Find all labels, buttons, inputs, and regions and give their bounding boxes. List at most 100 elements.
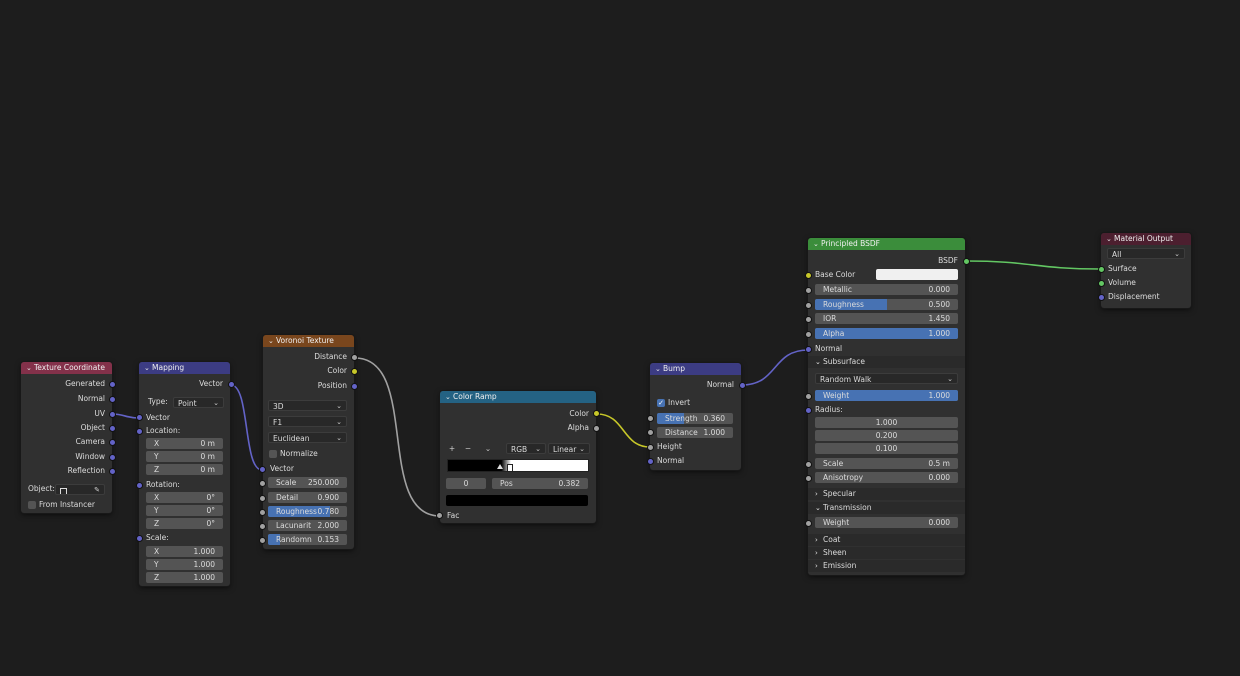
chevron-down-icon[interactable]: ⌄ <box>268 335 276 347</box>
scale-field[interactable]: Scale 250.000 <box>268 477 347 488</box>
socket-volume-in[interactable] <box>1098 280 1105 287</box>
roughness-field[interactable]: Roughness 0.780 <box>268 506 347 517</box>
from-instancer-checkbox[interactable] <box>28 501 36 509</box>
transmission-panel-toggle[interactable]: ⌄ Transmission <box>808 502 965 514</box>
socket-camera[interactable] <box>109 439 116 446</box>
ramp-menu-button[interactable]: ⌄ <box>482 443 494 454</box>
stop-index-field[interactable]: 0 <box>446 478 486 489</box>
dimensions-dropdown[interactable]: 3D ⌄ <box>268 400 347 411</box>
scale-z[interactable]: Z 1.000 <box>146 572 223 583</box>
socket-lacunarity-in[interactable] <box>259 523 266 530</box>
chevron-down-icon[interactable]: ⌄ <box>1106 233 1114 245</box>
subsurface-panel-toggle[interactable]: ⌄ Subsurface <box>808 356 965 368</box>
socket-roughness-in[interactable] <box>805 302 812 309</box>
socket-ramp-alpha-out[interactable] <box>593 425 600 432</box>
socket-bsdf-out[interactable] <box>963 258 970 265</box>
socket-mapping-out[interactable] <box>228 381 235 388</box>
rotation-y[interactable]: Y 0° <box>146 505 223 516</box>
socket-scale-in[interactable] <box>259 480 266 487</box>
detail-field[interactable]: Detail 0.900 <box>268 492 347 503</box>
socket-generated[interactable] <box>109 381 116 388</box>
scale-x[interactable]: X 1.000 <box>146 546 223 557</box>
socket-distance-in[interactable] <box>647 429 654 436</box>
radius-z[interactable]: 0.100 <box>815 443 958 454</box>
socket-ss-weight-in[interactable] <box>805 393 812 400</box>
feature-dropdown[interactable]: F1 ⌄ <box>268 416 347 427</box>
socket-surface-in[interactable] <box>1098 266 1105 273</box>
socket-reflection[interactable] <box>109 468 116 475</box>
stop-color-swatch[interactable] <box>446 495 588 506</box>
type-dropdown[interactable]: Point ⌄ <box>173 397 224 408</box>
socket-distance[interactable] <box>351 354 358 361</box>
remove-stop-button[interactable]: − <box>462 443 474 454</box>
socket-uv[interactable] <box>109 411 116 418</box>
radius-y[interactable]: 0.200 <box>815 430 958 441</box>
socket-ramp-color-out[interactable] <box>593 410 600 417</box>
socket-voronoi-vector-in[interactable] <box>259 466 266 473</box>
socket-position[interactable] <box>351 383 358 390</box>
chevron-down-icon[interactable]: ⌄ <box>655 363 663 375</box>
mapping-node[interactable]: ⌄ Mapping Vector Type: Point ⌄ Vector Loca… <box>139 362 230 586</box>
metric-dropdown[interactable]: Euclidean ⌄ <box>268 432 347 443</box>
socket-strength-in[interactable] <box>647 415 654 422</box>
normalize-checkbox[interactable] <box>269 450 277 458</box>
socket-rotation[interactable] <box>136 482 143 489</box>
location-x[interactable]: X0 m <box>146 438 223 449</box>
socket-roughness-in[interactable] <box>259 509 266 516</box>
socket-height-in[interactable] <box>647 444 654 451</box>
rotation-z[interactable]: Z 0° <box>146 518 223 529</box>
socket-bump-normal-out[interactable] <box>739 382 746 389</box>
color-stop-1[interactable] <box>507 464 513 472</box>
socket-base-color-in[interactable] <box>805 272 812 279</box>
rotation-x[interactable]: X 0° <box>146 492 223 503</box>
metallic-field[interactable]: Metallic 0.000 <box>815 284 958 295</box>
socket-fac-in[interactable] <box>436 512 443 519</box>
subsurface-weight-field[interactable]: Weight 1.000 <box>815 390 958 401</box>
subsurface-method-dropdown[interactable]: Random Walk ⌄ <box>815 373 958 384</box>
socket-detail-in[interactable] <box>259 495 266 502</box>
socket-anisotropy-in[interactable] <box>805 475 812 482</box>
alpha-field[interactable]: Alpha 1.000 <box>815 328 958 339</box>
socket-object[interactable] <box>109 425 116 432</box>
ior-field[interactable]: IOR 1.450 <box>815 313 958 324</box>
eyedropper-icon[interactable]: ✎ <box>94 485 100 494</box>
socket-alpha-in[interactable] <box>805 331 812 338</box>
lacunarity-field[interactable]: Lacunarit 2.000 <box>268 520 347 531</box>
socket-color[interactable] <box>351 368 358 375</box>
sheen-panel-toggle[interactable]: › Sheen <box>808 547 965 559</box>
socket-window[interactable] <box>109 454 116 461</box>
color-stop-0[interactable] <box>497 464 504 469</box>
color-mode-dropdown[interactable]: RGB ⌄ <box>506 443 546 454</box>
socket-mapping-vector-in[interactable] <box>136 414 143 421</box>
socket-normal[interactable] <box>109 396 116 403</box>
socket-ss-scale-in[interactable] <box>805 461 812 468</box>
socket-metallic-in[interactable] <box>805 287 812 294</box>
principled-bsdf-node[interactable]: ⌄ Principled BSDF BSDF Base Color Metalli… <box>808 238 965 575</box>
texture-coordinate-node[interactable]: ⌄ Texture Coordinate Generated Normal UV … <box>21 362 112 513</box>
socket-radius-in[interactable] <box>805 407 812 414</box>
socket-bump-normal-in[interactable] <box>647 458 654 465</box>
socket-displacement-in[interactable] <box>1098 294 1105 301</box>
gradient-bar[interactable] <box>447 459 589 472</box>
node-header[interactable]: ⌄ Color Ramp <box>440 391 596 403</box>
socket-location[interactable] <box>136 428 143 435</box>
chevron-down-icon[interactable]: ⌄ <box>26 362 34 374</box>
radius-x[interactable]: 1.000 <box>815 417 958 428</box>
interpolation-dropdown[interactable]: Linear ⌄ <box>548 443 590 454</box>
object-field[interactable]: ✎ <box>55 484 105 495</box>
chevron-down-icon[interactable]: ⌄ <box>144 362 152 374</box>
socket-tr-weight-in[interactable] <box>805 520 812 527</box>
socket-normal-in[interactable] <box>805 346 812 353</box>
coat-panel-toggle[interactable]: › Coat <box>808 534 965 546</box>
node-header[interactable]: ⌄ Principled BSDF <box>808 238 965 250</box>
add-stop-button[interactable]: + <box>446 443 458 454</box>
chevron-down-icon[interactable]: ⌄ <box>813 238 821 250</box>
socket-randomness-in[interactable] <box>259 537 266 544</box>
render-target-dropdown[interactable]: All ⌄ <box>1107 248 1185 259</box>
bump-node[interactable]: ⌄ Bump Normal ✓ Invert Strength 0.360 Dist… <box>650 363 741 470</box>
voronoi-texture-node[interactable]: ⌄ Voronoi Texture Distance Color Position… <box>263 335 354 549</box>
location-y[interactable]: Y0 m <box>146 451 223 462</box>
invert-checkbox[interactable]: ✓ <box>657 399 665 407</box>
randomness-field[interactable]: Randomn 0.153 <box>268 534 347 545</box>
node-header[interactable]: ⌄ Voronoi Texture <box>263 335 354 347</box>
